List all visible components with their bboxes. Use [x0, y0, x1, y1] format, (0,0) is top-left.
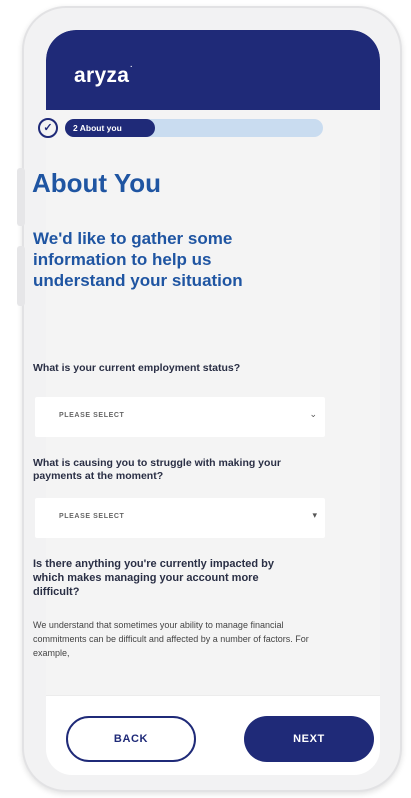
next-button[interactable]: NEXT: [244, 716, 374, 762]
phone-side-button: [17, 246, 25, 306]
app-header: aryza·: [46, 30, 380, 110]
employment-status-label: What is your current employment status?: [33, 362, 241, 374]
bottom-nav-bar: BACK NEXT: [46, 695, 380, 775]
impact-question-label: Is there anything you're currently impac…: [33, 558, 275, 598]
progress-track: 2 About you: [65, 119, 323, 137]
select-placeholder: PLEASE SELECT: [59, 412, 125, 419]
struggle-reason-select[interactable]: PLEASE SELECT ▾: [35, 498, 325, 538]
select-placeholder: PLEASE SELECT: [59, 513, 125, 520]
page-title: About You: [32, 168, 162, 198]
step-progress: ✓ 2 About you: [38, 117, 324, 141]
back-button[interactable]: BACK: [66, 716, 196, 762]
chevron-down-icon: ⌄: [309, 409, 317, 419]
impact-description: We understand that sometimes your abilit…: [33, 620, 309, 658]
progress-fill: 2 About you: [65, 119, 156, 137]
employment-status-select[interactable]: PLEASE SELECT ⌄: [35, 397, 325, 437]
check-circle-icon: ✓: [38, 118, 58, 138]
intro-text: We'd like to gather some information to …: [33, 229, 243, 290]
struggle-reason-label: What is causing you to struggle with mak…: [33, 457, 281, 482]
aryza-logo: aryza·: [74, 64, 133, 87]
chevron-down-icon: ▾: [312, 510, 317, 520]
phone-side-button: [17, 168, 25, 226]
